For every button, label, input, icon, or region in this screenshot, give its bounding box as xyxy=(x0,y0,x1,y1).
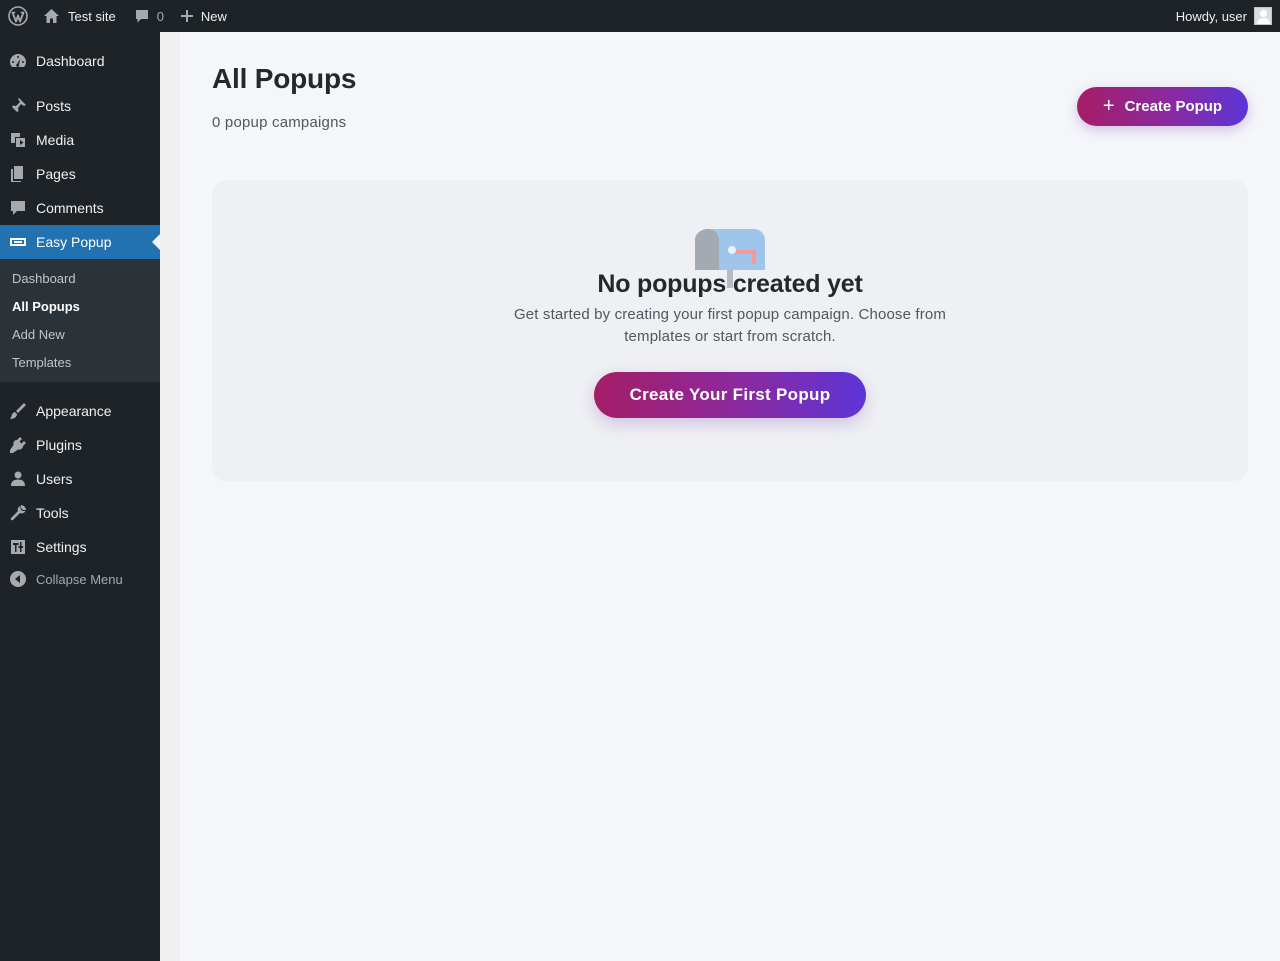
empty-state-title: No popups created yet xyxy=(597,270,863,298)
create-popup-button[interactable]: + Create Popup xyxy=(1077,87,1248,126)
avatar xyxy=(1254,7,1272,25)
menu-item-plugins[interactable]: Plugins xyxy=(0,428,160,462)
menu-label: Media xyxy=(36,132,75,148)
greeting: Howdy, user xyxy=(1175,8,1247,24)
create-first-popup-button[interactable]: Create Your First Popup xyxy=(594,372,866,418)
admin-bar: Test site 0 New Howdy, user xyxy=(0,0,1280,32)
menu-item-dashboard[interactable]: Dashboard xyxy=(0,44,160,78)
menu-label: Pages xyxy=(36,166,76,182)
pages-icon xyxy=(0,164,36,184)
submenu-item-all-popups[interactable]: All Popups xyxy=(12,299,80,314)
settings-icon xyxy=(0,537,36,557)
menu-label: Settings xyxy=(36,539,87,555)
menu-label: Comments xyxy=(36,200,104,216)
submenu-item-add-new[interactable]: Add New xyxy=(12,327,65,342)
page-title: All Popups xyxy=(212,63,357,94)
menu-item-pages[interactable]: Pages xyxy=(0,157,160,191)
site-name-link[interactable]: Test site xyxy=(35,0,124,32)
menu-item-tools[interactable]: Tools xyxy=(0,496,160,530)
home-icon xyxy=(44,9,59,23)
brush-icon xyxy=(0,401,36,421)
plugin-page xyxy=(180,32,1280,961)
user-icon xyxy=(0,469,36,489)
menu-label: Appearance xyxy=(36,403,112,419)
menu-label: Easy Popup xyxy=(36,234,112,250)
plus-icon: + xyxy=(1102,94,1115,117)
menu-item-users[interactable]: Users xyxy=(0,462,160,496)
menu-item-comments[interactable]: Comments xyxy=(0,191,160,225)
wordpress-logo-icon xyxy=(7,6,28,26)
plus-icon xyxy=(180,10,193,22)
menu-item-appearance[interactable]: Appearance xyxy=(0,394,160,428)
submenu-item-templates[interactable]: Templates xyxy=(12,355,71,370)
submenu-item-dashboard[interactable]: Dashboard xyxy=(12,271,76,286)
pin-icon xyxy=(0,96,36,116)
plug-icon xyxy=(0,435,36,455)
new-label: New xyxy=(200,8,227,24)
new-content-link[interactable]: New xyxy=(172,0,235,32)
media-icon xyxy=(0,130,36,150)
menu-label: Plugins xyxy=(36,437,82,453)
comment-icon xyxy=(0,198,36,218)
empty-state-description: Get started by creating your first popup… xyxy=(513,306,946,345)
dashboard-icon xyxy=(0,51,36,71)
wrench-icon xyxy=(0,503,36,523)
comment-icon xyxy=(135,10,148,23)
popup-icon xyxy=(0,232,36,252)
create-popup-label: Create Popup xyxy=(1124,98,1223,115)
admin-sidebar: Dashboard Posts Media Pages Comments Eas… xyxy=(0,32,160,961)
site-name: Test site xyxy=(68,8,116,24)
menu-item-media[interactable]: Media xyxy=(0,123,160,157)
collapse-icon xyxy=(0,570,36,588)
easy-popup-submenu: Dashboard All Popups Add New Templates xyxy=(0,259,160,382)
collapse-label: Collapse Menu xyxy=(36,571,123,587)
menu-item-posts[interactable]: Posts xyxy=(0,89,160,123)
menu-label: Posts xyxy=(36,98,72,114)
menu-label: Dashboard xyxy=(36,53,105,69)
wordpress-logo-button[interactable] xyxy=(0,0,35,32)
popup-count: 0 popup campaigns xyxy=(212,114,347,131)
menu-label: Tools xyxy=(36,505,69,521)
comments-count: 0 xyxy=(156,8,164,24)
collapse-menu-button[interactable]: Collapse Menu xyxy=(0,562,160,596)
menu-label: Users xyxy=(36,471,73,487)
my-account-link[interactable]: Howdy, user xyxy=(1168,0,1280,32)
comments-link[interactable]: 0 xyxy=(124,0,172,32)
menu-item-settings[interactable]: Settings xyxy=(0,530,160,564)
menu-item-easy-popup[interactable]: Easy Popup xyxy=(0,225,160,259)
